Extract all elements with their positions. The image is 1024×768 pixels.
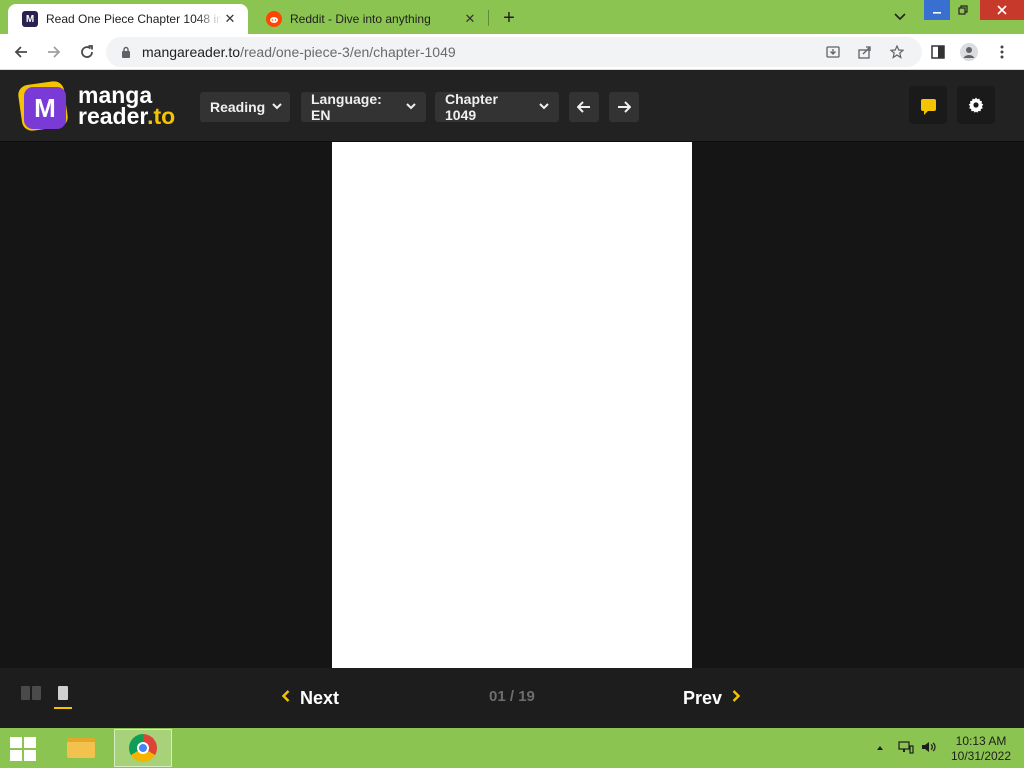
start-pane xyxy=(10,750,22,761)
page-shape xyxy=(32,686,41,700)
page-counter: 01 / 19 xyxy=(489,688,535,705)
window-close-button[interactable] xyxy=(980,0,1024,20)
site-header: M manga reader.to Reading Language: EN C… xyxy=(0,70,1024,142)
clock-date: 10/31/2022 xyxy=(950,749,1012,763)
chapter-dropdown[interactable]: Chapter 1049 xyxy=(435,91,559,123)
windows-start-icon[interactable] xyxy=(10,737,38,761)
tab-mangareader[interactable]: M Read One Piece Chapter 1048 in English… xyxy=(8,4,248,34)
tab-divider xyxy=(488,10,489,26)
reddit-favicon-icon xyxy=(266,11,282,27)
address-bar[interactable]: mangareader.to/read/one-piece-3/en/chapt… xyxy=(106,37,922,67)
active-mode-indicator xyxy=(54,707,72,709)
new-tab-button[interactable]: + xyxy=(498,7,520,29)
chapter-label: Chapter 1049 xyxy=(445,91,498,123)
logo-wordmark: manga reader.to xyxy=(78,84,176,129)
kebab-menu-icon[interactable] xyxy=(992,42,1012,62)
reload-icon[interactable] xyxy=(77,42,97,62)
start-pane xyxy=(10,737,22,748)
volume-icon[interactable] xyxy=(921,740,937,757)
logo-badge: M xyxy=(17,80,70,132)
double-page-mode-icon[interactable] xyxy=(21,686,41,700)
page-separator: / xyxy=(505,688,519,705)
bookmark-star-icon[interactable] xyxy=(888,43,906,61)
reader-viewport[interactable] xyxy=(0,142,1024,668)
reading-mode-dropdown[interactable]: Reading xyxy=(200,92,290,122)
profile-avatar-icon[interactable] xyxy=(959,42,979,62)
window-restore-button[interactable] xyxy=(950,0,976,20)
lock-icon[interactable] xyxy=(120,45,132,59)
comments-button[interactable] xyxy=(909,86,947,124)
arrow-right-icon xyxy=(618,101,631,113)
logo-letter: M xyxy=(24,87,66,129)
mangareader-favicon-icon: M xyxy=(22,11,38,27)
language-label: Language: EN xyxy=(311,91,382,123)
logo-line-2: reader.to xyxy=(78,103,176,129)
gear-icon xyxy=(968,97,984,113)
settings-button[interactable] xyxy=(957,86,995,124)
chrome-logo xyxy=(129,734,157,762)
current-page: 01 xyxy=(489,688,506,705)
page-shape xyxy=(21,686,30,700)
logo-line-2-main: reader xyxy=(78,103,148,129)
total-pages: 19 xyxy=(518,688,535,705)
tab-title: Reddit - Dive into anything xyxy=(290,12,431,26)
logo-line-2-suffix: .to xyxy=(147,103,176,129)
tab-search-chevron-icon[interactable] xyxy=(890,8,910,26)
clock-time: 10:13 AM xyxy=(955,734,1007,748)
reader-bottom-bar: Next 01 / 19 Prev xyxy=(0,668,1024,728)
start-pane xyxy=(24,737,36,748)
reading-mode-label: Reading xyxy=(210,99,266,115)
chevron-down-icon xyxy=(272,102,282,113)
previous-chapter-button[interactable] xyxy=(569,92,599,122)
close-tab-icon[interactable]: ✕ xyxy=(222,11,238,27)
comment-icon xyxy=(920,99,936,115)
start-pane xyxy=(24,750,36,761)
next-page-button[interactable]: Next xyxy=(281,686,340,710)
chevron-right-icon xyxy=(732,689,741,707)
install-app-icon[interactable] xyxy=(824,43,842,61)
chevron-left-icon xyxy=(281,689,290,707)
arrow-left-icon xyxy=(577,101,590,113)
browser-toolbar: mangareader.to/read/one-piece-3/en/chapt… xyxy=(0,34,1024,70)
back-arrow-icon[interactable] xyxy=(11,42,31,62)
system-clock[interactable]: 10:13 AM 10/31/2022 xyxy=(946,734,1016,764)
close-tab-icon[interactable]: ✕ xyxy=(462,11,478,27)
chevron-down-icon xyxy=(406,102,416,113)
language-dropdown[interactable]: Language: EN xyxy=(301,91,426,123)
side-panel-icon[interactable] xyxy=(928,42,948,62)
next-label: Next xyxy=(300,687,340,708)
tab-title: Read One Piece Chapter 1048 in English O… xyxy=(46,12,222,26)
network-icon[interactable] xyxy=(898,740,914,757)
prev-label: Prev xyxy=(683,687,723,708)
folder-shape xyxy=(67,738,95,758)
browser-tab-strip: M Read One Piece Chapter 1048 in English… xyxy=(0,0,1024,34)
site-logo[interactable]: M manga reader.to xyxy=(17,80,188,132)
tab-reddit[interactable]: Reddit - Dive into anything ✕ xyxy=(252,4,488,34)
file-explorer-icon[interactable] xyxy=(62,730,100,766)
single-page-mode-icon[interactable] xyxy=(58,686,68,700)
previous-page-button[interactable]: Prev xyxy=(683,686,741,710)
url-text[interactable]: mangareader.to/read/one-piece-3/en/chapt… xyxy=(142,44,456,60)
next-chapter-button[interactable] xyxy=(609,92,639,122)
windows-taskbar: 10:13 AM 10/31/2022 xyxy=(0,728,1024,768)
window-minimize-button[interactable] xyxy=(924,0,950,20)
manga-page-image[interactable] xyxy=(332,142,692,668)
forward-arrow-icon[interactable] xyxy=(44,42,64,62)
share-icon[interactable] xyxy=(856,43,874,61)
chevron-down-icon xyxy=(539,102,549,113)
chrome-logo-center xyxy=(137,742,149,754)
tray-overflow-icon[interactable] xyxy=(876,740,884,754)
chrome-taskbar-icon[interactable] xyxy=(114,729,172,767)
